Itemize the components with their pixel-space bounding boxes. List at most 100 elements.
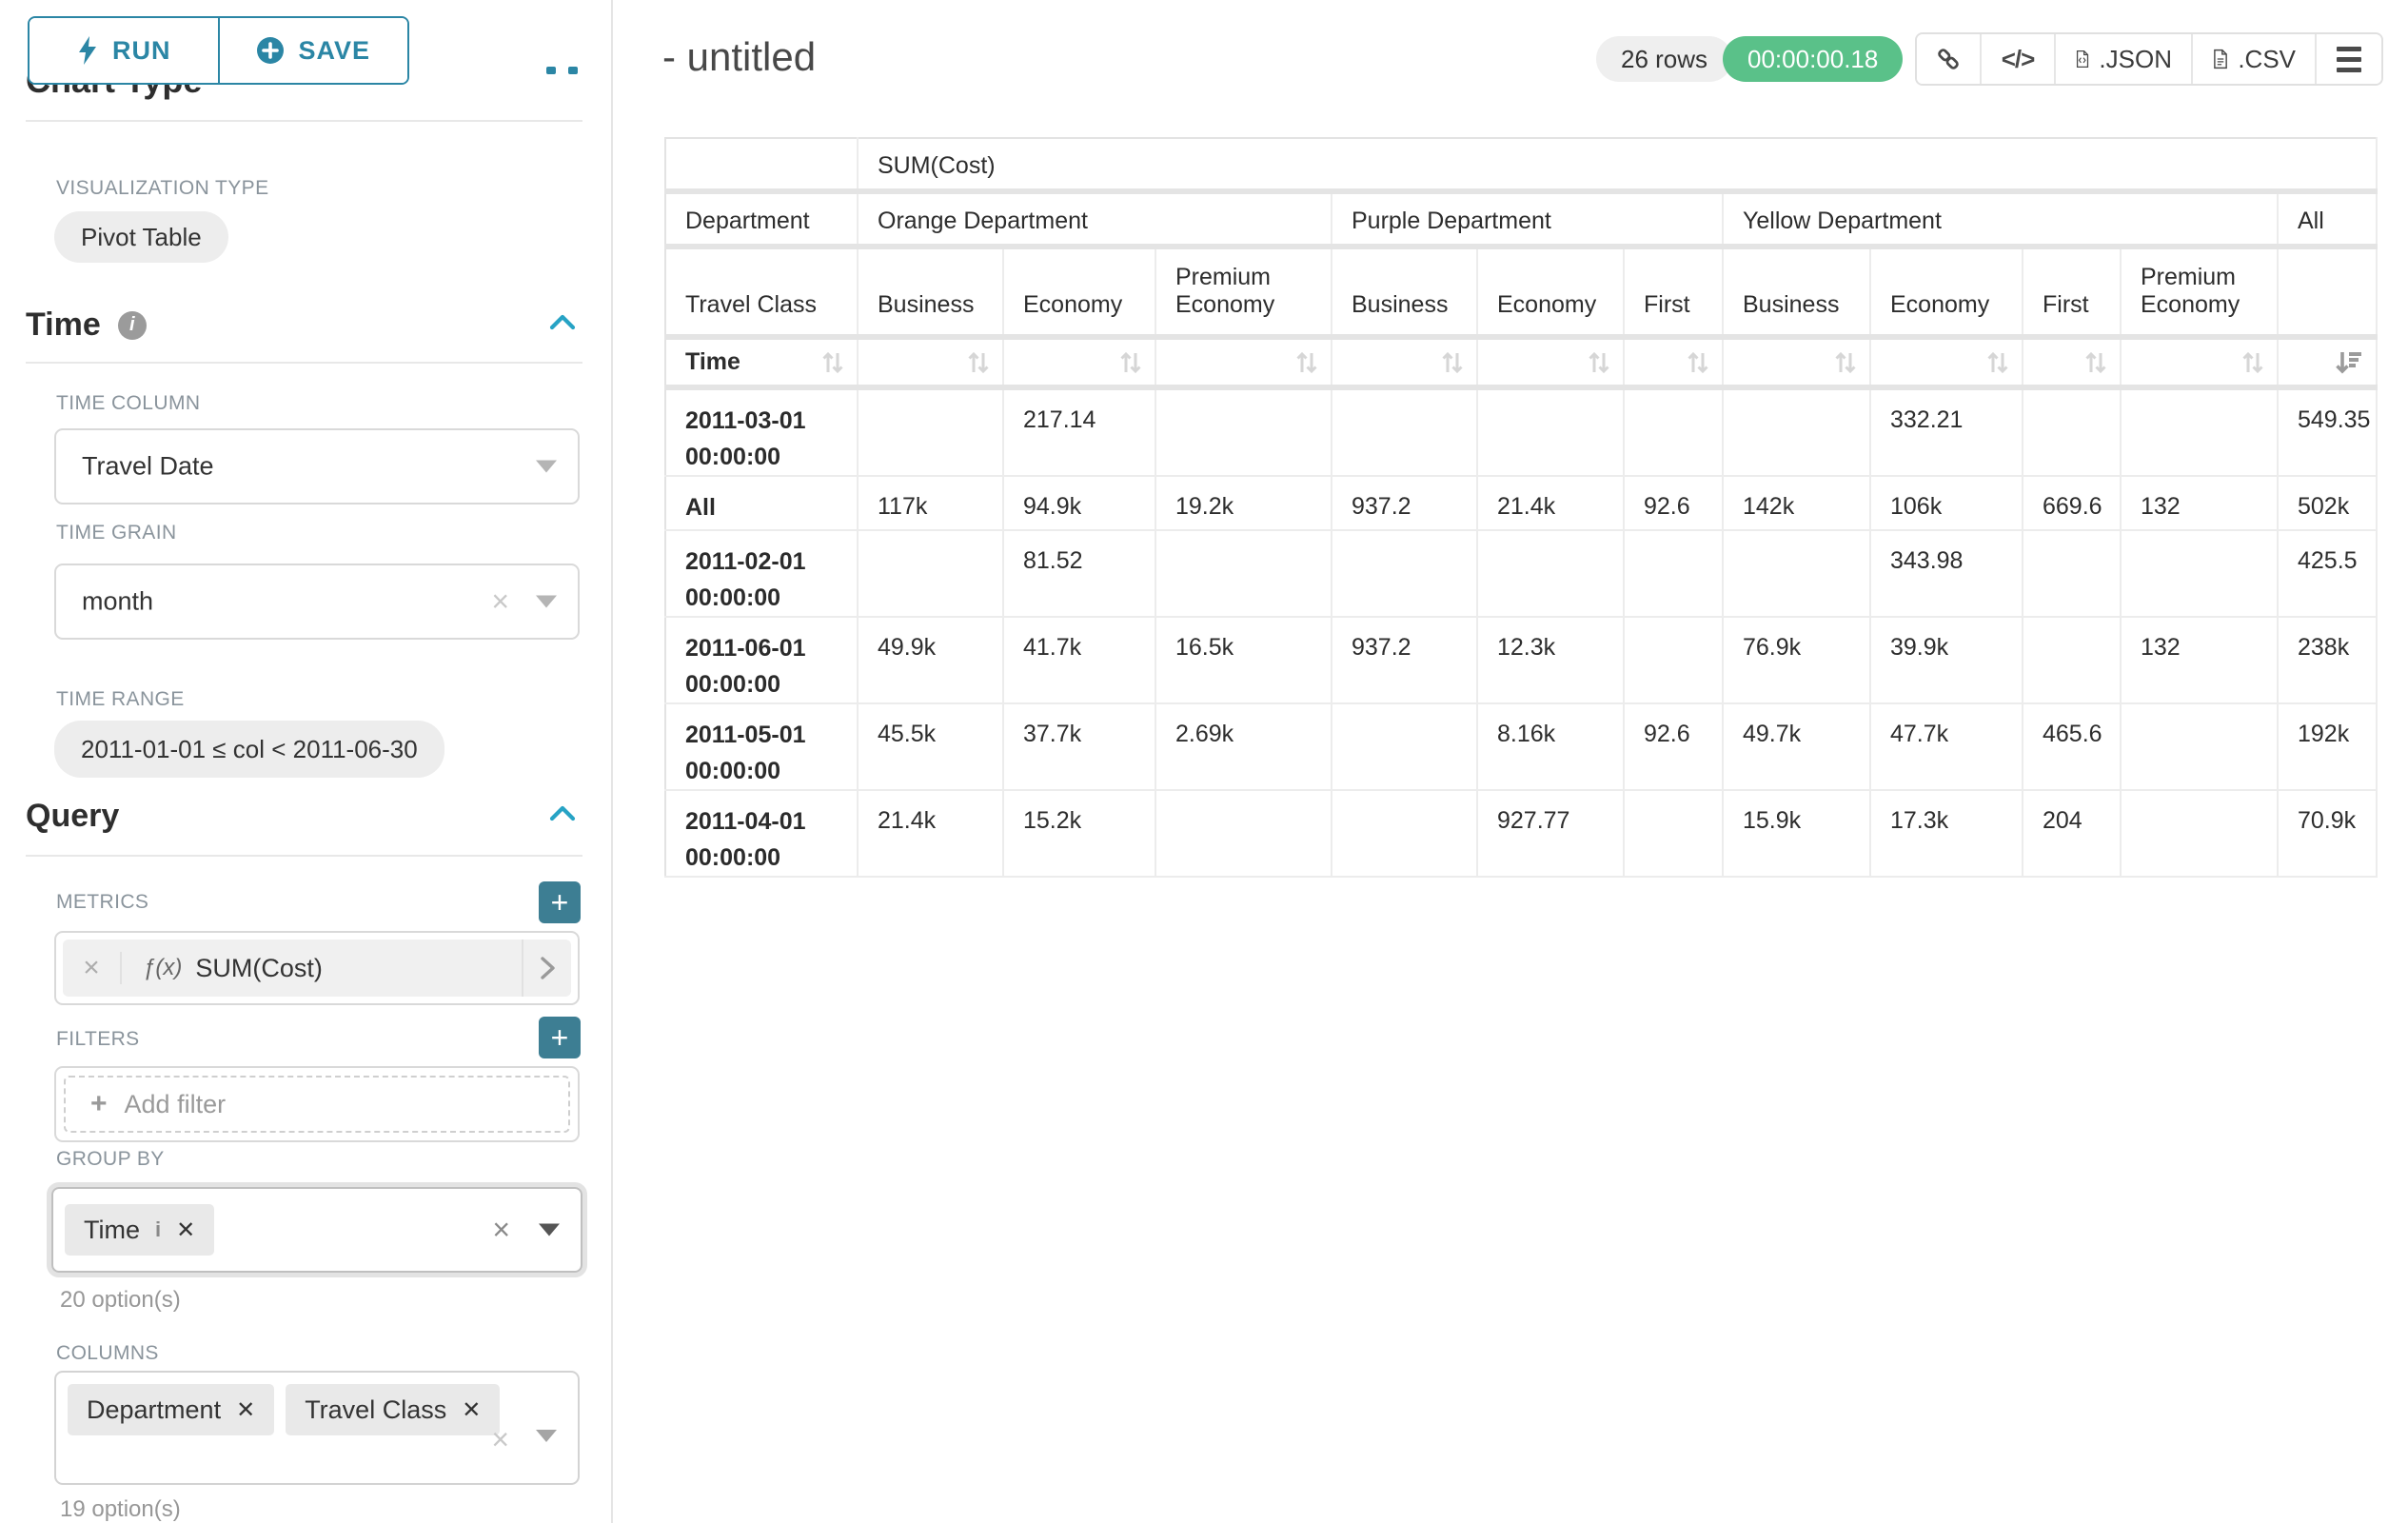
- value-cell: 142k: [1723, 476, 1870, 530]
- sort-descending-icon[interactable]: [2334, 348, 2366, 377]
- table-row: 2011-04-01 00:00:0021.4k15.2k927.7715.9k…: [665, 790, 2377, 877]
- caret-down-icon[interactable]: [536, 461, 557, 473]
- time-range-pill[interactable]: 2011-01-01 ≤ col < 2011-06-30: [54, 721, 444, 778]
- remove-chip-icon[interactable]: ✕: [236, 1396, 255, 1424]
- sort-header: [2023, 337, 2121, 387]
- sort-icon[interactable]: [1585, 348, 1613, 377]
- sort-icon[interactable]: [2239, 348, 2267, 377]
- add-filter-button[interactable]: + Add filter: [64, 1076, 570, 1133]
- value-cell: 15.9k: [1723, 790, 1870, 877]
- sort-icon[interactable]: [1984, 348, 2012, 377]
- columns-chip-department[interactable]: Department ✕: [68, 1384, 274, 1435]
- sort-icon[interactable]: [1293, 348, 1321, 377]
- value-cell: 70.9k: [2278, 790, 2377, 877]
- sort-header: [1332, 337, 1477, 387]
- viz-type-pill[interactable]: Pivot Table: [54, 211, 228, 263]
- export-button-group: </> .JSON .CSV: [1915, 32, 2383, 86]
- chevron-up-icon[interactable]: [548, 803, 577, 824]
- add-metric-button[interactable]: +: [539, 881, 581, 923]
- row-label-cell: 2011-03-01 00:00:00: [665, 387, 858, 476]
- save-button[interactable]: SAVE: [218, 18, 408, 83]
- remove-metric-icon[interactable]: ×: [63, 952, 122, 984]
- section-divider: [26, 855, 582, 857]
- chip-label: Travel Class: [305, 1395, 446, 1425]
- value-cell: [1332, 703, 1477, 790]
- value-cell: [2121, 790, 2278, 877]
- value-cell: 332.21: [1870, 387, 2023, 476]
- metrics-field: × ƒ(x) SUM(Cost): [54, 931, 580, 1005]
- metric-chip[interactable]: × ƒ(x) SUM(Cost): [63, 940, 571, 997]
- columns-select[interactable]: Department ✕ Travel Class ✕ ×: [54, 1371, 580, 1485]
- export-json-button[interactable]: .JSON: [2054, 34, 2191, 84]
- sort-icon[interactable]: [1831, 348, 1860, 377]
- expand-metric-icon[interactable]: [522, 940, 571, 997]
- time-grain-select[interactable]: month ×: [54, 564, 580, 640]
- chevron-up-icon[interactable]: [548, 312, 577, 333]
- caret-down-icon[interactable]: [539, 1224, 560, 1236]
- group-by-label: GROUP BY: [56, 1148, 165, 1171]
- value-cell: [1332, 790, 1477, 877]
- time-grain-label: TIME GRAIN: [56, 522, 177, 544]
- sort-header: [2121, 337, 2278, 387]
- value-cell: 425.5: [2278, 530, 2377, 617]
- group-by-options-hint: 20 option(s): [60, 1287, 181, 1314]
- metric-name: SUM(Cost): [195, 954, 323, 983]
- sort-icon[interactable]: [1438, 348, 1467, 377]
- export-csv-button[interactable]: .CSV: [2191, 34, 2315, 84]
- remove-chip-icon[interactable]: ✕: [176, 1216, 195, 1244]
- value-cell: 937.2: [1332, 476, 1477, 530]
- export-json-label: .JSON: [2099, 45, 2172, 74]
- value-cell: [1624, 530, 1723, 617]
- column-info-icon: i: [155, 1217, 161, 1242]
- value-cell: [1332, 530, 1477, 617]
- caret-down-icon[interactable]: [536, 1430, 557, 1442]
- add-filter-plus-button[interactable]: +: [539, 1017, 581, 1058]
- travel-class-header: Business: [858, 247, 1003, 337]
- clear-icon[interactable]: ×: [492, 1213, 510, 1248]
- sort-header: [1624, 337, 1723, 387]
- sort-icon[interactable]: [2082, 348, 2110, 377]
- pivot-table: SUM(Cost)DepartmentOrange DepartmentPurp…: [664, 137, 2378, 878]
- sort-icon[interactable]: [964, 348, 993, 377]
- value-cell: 2.69k: [1155, 703, 1332, 790]
- run-button[interactable]: RUN: [30, 18, 218, 83]
- value-cell: [1155, 530, 1332, 617]
- travel-class-header: Business: [1723, 247, 1870, 337]
- export-csv-label: .CSV: [2238, 45, 2296, 74]
- clear-icon[interactable]: ×: [491, 1422, 509, 1457]
- travel-class-header: First: [2023, 247, 2121, 337]
- query-section-heading: Query: [26, 798, 582, 835]
- group-by-select[interactable]: Time i ✕ ×: [47, 1182, 587, 1277]
- section-divider: [26, 120, 582, 122]
- value-cell: 49.9k: [858, 617, 1003, 703]
- caret-down-icon[interactable]: [536, 596, 557, 608]
- sort-icon[interactable]: [1116, 348, 1145, 377]
- chip-label: Department: [87, 1395, 221, 1425]
- chart-title[interactable]: - untitled: [662, 34, 816, 80]
- embed-code-button[interactable]: </>: [1980, 34, 2054, 84]
- travel-class-header: Economy: [1003, 247, 1155, 337]
- value-cell: 92.6: [1624, 703, 1723, 790]
- remove-chip-icon[interactable]: ✕: [462, 1396, 481, 1424]
- menu-icon: [2337, 47, 2361, 72]
- value-cell: 132: [2121, 617, 2278, 703]
- scrolled-icon-fragment: [568, 67, 578, 74]
- sort-icon[interactable]: [1684, 348, 1712, 377]
- info-icon: i: [118, 311, 147, 340]
- columns-chip-travel-class[interactable]: Travel Class ✕: [286, 1384, 500, 1435]
- sort-header: [1155, 337, 1332, 387]
- time-column-select[interactable]: Travel Date: [54, 428, 580, 504]
- sort-icon[interactable]: [819, 348, 847, 377]
- clear-icon[interactable]: ×: [491, 584, 509, 620]
- share-link-button[interactable]: [1917, 34, 1980, 84]
- columns-options-hint: 19 option(s): [60, 1496, 181, 1523]
- value-cell: 47.7k: [1870, 703, 2023, 790]
- value-cell: 16.5k: [1155, 617, 1332, 703]
- value-cell: 204: [2023, 790, 2121, 877]
- row-label-cell: 2011-06-01 00:00:00: [665, 617, 858, 703]
- value-cell: 92.6: [1624, 476, 1723, 530]
- bolt-icon: [76, 36, 99, 65]
- menu-button[interactable]: [2315, 34, 2381, 84]
- group-by-chip-time[interactable]: Time i ✕: [65, 1204, 214, 1256]
- query-timer-badge: 00:00:00.18: [1723, 36, 1903, 82]
